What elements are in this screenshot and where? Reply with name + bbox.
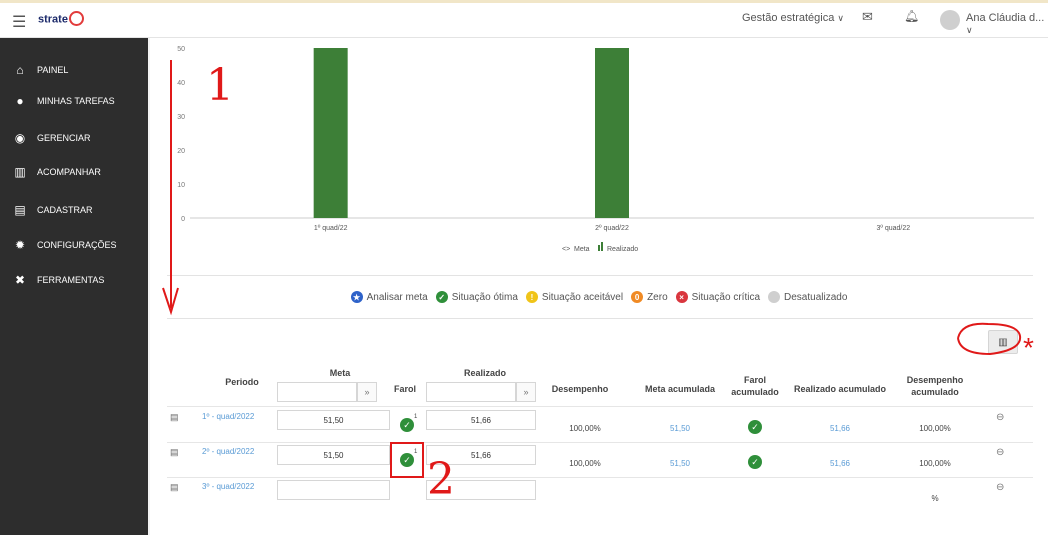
- chart-icon: ▥: [14, 165, 26, 179]
- bell-icon[interactable]: 🔔︎: [904, 9, 919, 23]
- annotation-star: *: [1023, 332, 1034, 363]
- annotation-circle: [957, 322, 1022, 356]
- sidebar-item-minhas-tarefas[interactable]: ● MINHAS TAREFAS: [0, 89, 148, 113]
- annotation-layer: [162, 60, 1022, 478]
- sidebar: ⌂ PAINEL ● MINHAS TAREFAS ◉ GERENCIAR ▥ ACOM…: [0, 38, 148, 535]
- avatar[interactable]: [940, 10, 960, 30]
- file-icon: ▤: [14, 203, 26, 217]
- sidebar-item-ferramentas[interactable]: ✖ FERRAMENTAS: [0, 268, 148, 292]
- sidebar-item-acompanhar[interactable]: ▥ ACOMPANHAR: [0, 160, 148, 184]
- user-menu[interactable]: Ana Cláudia d... ∨: [966, 12, 1048, 36]
- mail-icon[interactable]: ✉: [862, 9, 873, 25]
- hamburger-menu-icon[interactable]: ☰: [12, 12, 26, 32]
- sidebar-item-cadastrar[interactable]: ▤ CADASTRAR: [0, 198, 148, 222]
- logo[interactable]: strate: [38, 11, 84, 27]
- dashboard-icon: ◉: [14, 131, 26, 145]
- main-content: 0 10 20 30 40 50 1º quad/22 2º quad/22 3º quad/2…: [150, 38, 1048, 535]
- home-icon: ⌂: [16, 63, 24, 77]
- sidebar-item-configuracoes[interactable]: ✹ CONFIGURAÇÕES: [0, 233, 148, 257]
- annotation-box: [390, 442, 424, 478]
- sidebar-item-painel[interactable]: ⌂ PAINEL: [0, 58, 148, 82]
- chevron-down-icon: ∨: [837, 13, 844, 23]
- sidebar-item-gerenciar[interactable]: ◉ GERENCIAR: [0, 126, 148, 150]
- module-selector[interactable]: Gestão estratégica ∨: [742, 12, 844, 24]
- annotation-label-2: 2: [427, 454, 455, 505]
- top-bar: ☰ strate Gestão estratégica ∨ ✉ 🔔︎ Ana C…: [0, 0, 1048, 38]
- annotation-label-1: 1: [206, 60, 234, 111]
- tools-icon: ✖: [14, 273, 26, 287]
- users-icon: ●: [16, 94, 24, 108]
- gear-icon: ✹: [14, 238, 26, 252]
